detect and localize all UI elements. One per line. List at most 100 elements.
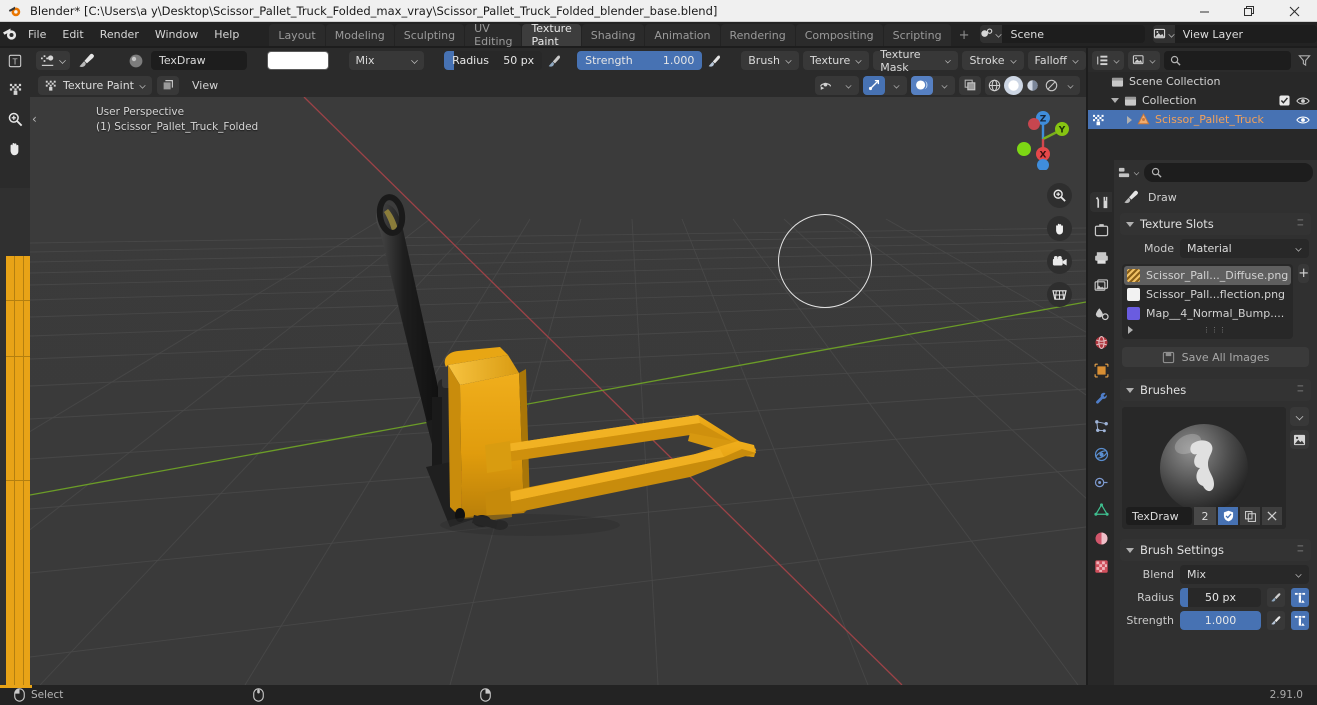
radius-pressure-toggle[interactable] bbox=[546, 51, 563, 70]
texture-mask-menu[interactable]: Texture Mask bbox=[873, 48, 959, 74]
scene-icon[interactable] bbox=[980, 25, 1003, 43]
brush-preview-image-button[interactable] bbox=[1290, 430, 1309, 449]
panel-header-texture-slots[interactable]: Texture Slots ─ ─ bbox=[1120, 213, 1311, 235]
scene-name-field[interactable]: Scene bbox=[1002, 25, 1145, 43]
paint-mask-toggle[interactable] bbox=[156, 75, 179, 95]
texture-slot-list-footer[interactable]: ⋮⋮⋮ bbox=[1124, 323, 1291, 337]
solid-shading-icon[interactable] bbox=[1004, 75, 1023, 95]
workspace-tab-layout[interactable]: Layout bbox=[269, 24, 325, 46]
save-all-images-button[interactable]: Save All Images bbox=[1122, 347, 1309, 367]
shading-mode-group[interactable] bbox=[985, 75, 1080, 95]
show-gizmo-toggle[interactable] bbox=[863, 75, 885, 95]
maximize-button[interactable] bbox=[1227, 0, 1272, 22]
menu-file[interactable]: File bbox=[20, 25, 54, 45]
viewport-view-menu[interactable]: View bbox=[184, 76, 226, 95]
strength-slider[interactable]: Strength 1.000 bbox=[577, 51, 703, 70]
add-texture-slot-button[interactable]: + bbox=[1298, 264, 1310, 283]
outliner-search-input[interactable] bbox=[1164, 50, 1291, 70]
brush-preview-sphere-icon[interactable] bbox=[125, 51, 147, 70]
unified-strength-toggle[interactable] bbox=[1291, 611, 1309, 630]
blender-logo-icon[interactable] bbox=[0, 22, 20, 46]
unlink-brush-button[interactable] bbox=[1262, 507, 1282, 525]
properties-tab-scene[interactable] bbox=[1090, 304, 1112, 324]
properties-tab-view-layer[interactable] bbox=[1090, 276, 1112, 296]
blend-mode-select[interactable]: Mix bbox=[349, 51, 425, 70]
properties-editor-type[interactable] bbox=[1118, 166, 1140, 179]
panel-header-brush-settings[interactable]: Brush Settings ─ ─ bbox=[1120, 539, 1311, 561]
brush-menu[interactable]: Brush bbox=[741, 51, 800, 70]
object-visibility-icon[interactable] bbox=[815, 76, 837, 95]
toolbar-collapse-arrow[interactable]: ‹ bbox=[32, 112, 37, 126]
brush-preset-dropdown[interactable] bbox=[36, 51, 70, 70]
interaction-mode-select[interactable]: Texture Paint bbox=[38, 75, 152, 95]
checkbox-checked-icon[interactable] bbox=[1279, 95, 1290, 106]
xray-toggle[interactable] bbox=[959, 75, 981, 95]
expand-triangle-icon[interactable] bbox=[1127, 115, 1132, 124]
outliner-filter-display[interactable] bbox=[1128, 50, 1160, 70]
workspace-tab-rendering[interactable]: Rendering bbox=[720, 24, 795, 46]
outliner-filter-icon[interactable] bbox=[1295, 54, 1313, 67]
visibility-dropdown[interactable] bbox=[815, 75, 859, 95]
brush-users-count[interactable]: 2 bbox=[1194, 507, 1216, 525]
properties-tab-object[interactable] bbox=[1090, 360, 1112, 380]
wireframe-shading-icon[interactable] bbox=[985, 76, 1004, 95]
properties-tab-modifier[interactable] bbox=[1090, 388, 1112, 408]
fake-user-toggle[interactable] bbox=[1218, 507, 1238, 525]
gizmo-chevron[interactable] bbox=[885, 76, 907, 95]
menu-edit[interactable]: Edit bbox=[54, 25, 91, 45]
pan-hand-icon[interactable] bbox=[1047, 216, 1072, 241]
properties-tab-material[interactable] bbox=[1090, 528, 1112, 548]
brush-blend-select[interactable]: Mix bbox=[1180, 565, 1309, 584]
properties-tab-constraints[interactable] bbox=[1090, 472, 1112, 492]
properties-tab-particles[interactable] bbox=[1090, 416, 1112, 436]
properties-tab-physics[interactable] bbox=[1090, 444, 1112, 464]
view-layer-name-field[interactable]: View Layer bbox=[1174, 25, 1317, 43]
pan-hand-icon[interactable] bbox=[0, 134, 30, 164]
visibility-chevron[interactable] bbox=[837, 76, 859, 95]
minimize-button[interactable] bbox=[1182, 0, 1227, 22]
timeline-scrub-strip[interactable] bbox=[6, 256, 30, 685]
brush-name-field[interactable]: TexDraw bbox=[1126, 507, 1192, 525]
navigation-gizmo[interactable]: Z Y X bbox=[1012, 108, 1074, 171]
show-overlays-toggle[interactable] bbox=[911, 75, 933, 95]
properties-search-input[interactable] bbox=[1144, 162, 1313, 182]
workspace-tab-animation[interactable]: Animation bbox=[645, 24, 720, 46]
workspace-tab-uv-editing[interactable]: UV Editing bbox=[465, 22, 522, 48]
properties-tab-data[interactable] bbox=[1090, 500, 1112, 520]
properties-tab-tool[interactable] bbox=[1090, 192, 1112, 212]
menu-window[interactable]: Window bbox=[147, 25, 206, 45]
camera-icon[interactable] bbox=[1047, 249, 1072, 274]
brush-strength-slider[interactable]: 1.000 bbox=[1180, 611, 1261, 630]
editor-type-icon[interactable]: T bbox=[0, 48, 30, 74]
texture-slot-item[interactable]: Map__4_Normal_Bump.... bbox=[1124, 304, 1291, 323]
strength-pressure-toggle[interactable] bbox=[706, 51, 723, 70]
zoom-icon[interactable] bbox=[1047, 183, 1072, 208]
eye-icon[interactable] bbox=[1296, 96, 1310, 106]
eye-icon[interactable] bbox=[1296, 115, 1310, 125]
outliner-row-scissor-pallet-truck[interactable]: Scissor_Pallet_Truck bbox=[1088, 110, 1317, 129]
outliner-row-scene-collection[interactable]: Scene Collection bbox=[1088, 72, 1317, 91]
close-button[interactable] bbox=[1272, 0, 1317, 22]
view-layer-icon[interactable] bbox=[1152, 25, 1175, 43]
properties-tab-render[interactable] bbox=[1090, 220, 1112, 240]
strength-pressure-toggle[interactable] bbox=[1267, 611, 1285, 630]
material-preview-shading-icon[interactable] bbox=[1023, 76, 1042, 95]
brush-color-swatch[interactable] bbox=[266, 51, 330, 70]
workspace-tab-sculpting[interactable]: Sculpting bbox=[394, 24, 465, 46]
expand-triangle-icon[interactable] bbox=[1128, 326, 1133, 334]
workspace-tab-texture-paint[interactable]: Texture Paint bbox=[522, 22, 581, 48]
properties-tab-output[interactable] bbox=[1090, 248, 1112, 268]
stroke-menu[interactable]: Stroke bbox=[962, 51, 1024, 70]
menu-render[interactable]: Render bbox=[92, 25, 147, 45]
radius-pressure-toggle[interactable] bbox=[1267, 588, 1285, 607]
3d-viewport[interactable]: User Perspective (1) Scissor_Pallet_Truc… bbox=[30, 97, 1086, 685]
toggle-xray-icon[interactable] bbox=[959, 76, 981, 95]
rendered-shading-icon[interactable] bbox=[1042, 76, 1061, 95]
add-workspace-button[interactable]: + bbox=[952, 24, 977, 46]
texture-slot-item[interactable]: Scissor_Pall..._Diffuse.png bbox=[1124, 266, 1292, 285]
texture-slot-listbox[interactable]: Scissor_Pall..._Diffuse.png Scissor_Pall… bbox=[1122, 264, 1294, 339]
brush-preview-box[interactable]: TexDraw 2 bbox=[1122, 407, 1286, 529]
workspace-tab-scripting[interactable]: Scripting bbox=[883, 24, 951, 46]
outliner-row-collection[interactable]: Collection bbox=[1088, 91, 1317, 110]
unified-radius-toggle[interactable] bbox=[1291, 588, 1309, 607]
